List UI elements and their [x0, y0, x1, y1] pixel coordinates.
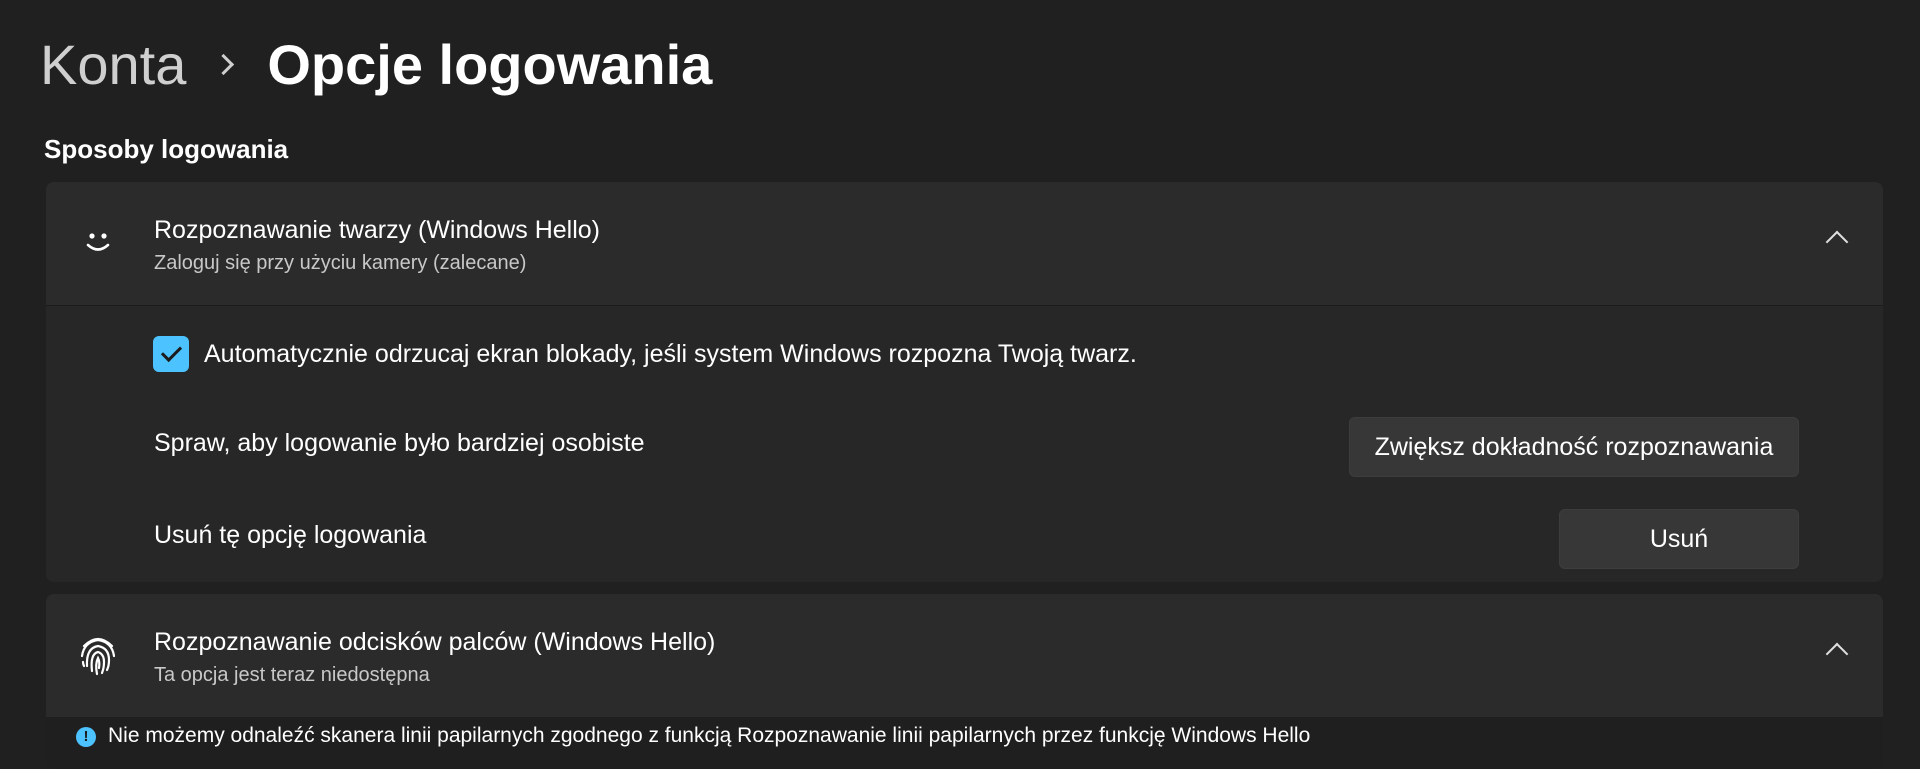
face-recognition-header[interactable]: Rozpoznawanie twarzy (Windows Hello) Zal… [46, 182, 1883, 306]
info-icon: ! [76, 727, 96, 747]
face-recognition-title: Rozpoznawanie twarzy (Windows Hello) [154, 216, 600, 244]
info-text: Nie możemy odnaleźć skanera linii papila… [108, 724, 1311, 747]
info-message: ! Nie możemy odnaleźć skanera linii papi… [46, 717, 1883, 769]
section-title: Sposoby logowania [44, 134, 289, 164]
chevron-right-icon [213, 53, 235, 75]
face-recognition-subtitle: Zaloguj się przy użyciu kamery (zalecane… [154, 252, 527, 274]
fingerprint-icon [80, 637, 116, 676]
face-recognition-card: Rozpoznawanie twarzy (Windows Hello) Zal… [46, 182, 1883, 582]
fingerprint-title: Rozpoznawanie odcisków palców (Windows H… [154, 628, 716, 656]
remove-button[interactable]: Usuń [1559, 509, 1799, 569]
remove-option-label: Usuń tę opcję logowania [154, 521, 427, 549]
breadcrumb-parent-link[interactable]: Konta [40, 32, 186, 97]
settings-page: Konta Opcje logowania Sposoby logowania … [0, 0, 1920, 769]
fingerprint-subtitle: Ta opcja jest teraz niedostępna [154, 664, 430, 686]
improve-recognition-label: Spraw, aby logowanie było bardziej osobi… [154, 429, 645, 457]
fingerprint-header[interactable]: Rozpoznawanie odcisków palców (Windows H… [46, 594, 1883, 717]
fingerprint-card: Rozpoznawanie odcisków palców (Windows H… [46, 594, 1883, 769]
chevron-up-icon[interactable] [1825, 642, 1849, 666]
auto-dismiss-label[interactable]: Automatycznie odrzucaj ekran blokady, je… [204, 340, 1137, 369]
page-title: Opcje logowania [267, 32, 713, 96]
face-recognition-body: Automatycznie odrzucaj ekran blokady, je… [46, 306, 1883, 582]
auto-dismiss-checkbox[interactable] [153, 336, 189, 372]
smiley-face-icon [86, 233, 110, 251]
chevron-up-icon[interactable] [1825, 230, 1849, 254]
improve-recognition-button[interactable]: Zwiększ dokładność rozpoznawania [1349, 417, 1799, 477]
breadcrumb: Konta Opcje logowania [40, 26, 712, 102]
